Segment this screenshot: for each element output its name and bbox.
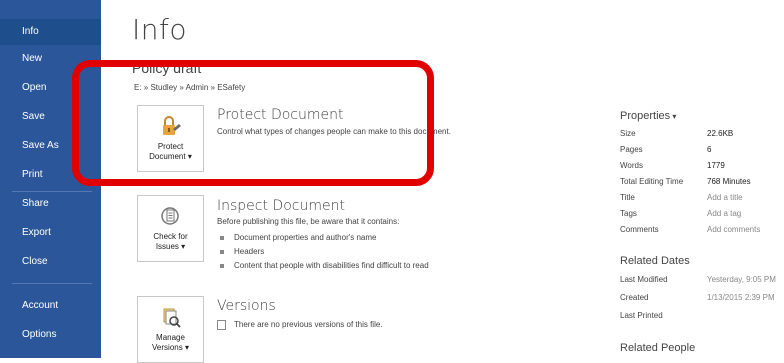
- bullet-text: Headers: [234, 247, 265, 256]
- path-segment[interactable]: Admin: [186, 83, 209, 92]
- bullet-icon: [220, 235, 224, 240]
- related-people-header: Related People: [620, 342, 696, 354]
- properties-header[interactable]: Properties ▾: [620, 110, 676, 122]
- nav-options[interactable]: Options: [0, 322, 101, 348]
- nav-open[interactable]: Open: [0, 75, 101, 101]
- prop-label-comments: Comments: [620, 225, 659, 234]
- nav-save-as[interactable]: Save As: [0, 133, 101, 159]
- dropdown-caret-icon: ▾: [178, 242, 186, 251]
- page-title: Info: [132, 13, 187, 46]
- nav-account[interactable]: Account: [0, 293, 101, 319]
- protect-button-label: Protect Document ▾: [138, 142, 203, 162]
- prop-label-size: Size: [620, 129, 636, 138]
- protect-title: Protect Document: [217, 107, 344, 123]
- prop-value-size: 22.6KB: [707, 129, 734, 138]
- check-for-issues-button[interactable]: Check for Issues ▾: [137, 195, 204, 262]
- path-separator: »: [208, 83, 218, 92]
- versions-label-line2-text: Versions: [152, 343, 183, 352]
- nav-separator: [12, 283, 92, 284]
- inspect-title: Inspect Document: [217, 198, 345, 214]
- versions-description-row: There are no previous versions of this f…: [217, 320, 383, 330]
- highlight-annotation: [72, 60, 434, 186]
- prop-value-pages: 6: [707, 145, 712, 154]
- list-item: Content that people with disabilities fi…: [220, 261, 429, 270]
- versions-label-line2: Versions ▾: [138, 343, 203, 353]
- bullet-text: Content that people with disabilities fi…: [234, 261, 429, 270]
- dropdown-caret-icon: ▾: [670, 112, 677, 121]
- list-item: Document properties and author's name: [220, 233, 377, 242]
- prop-value-tags[interactable]: Add a tag: [707, 209, 741, 218]
- inspect-description: Before publishing this file, be aware th…: [217, 217, 400, 226]
- prop-label-title: Title: [620, 193, 635, 202]
- versions-title: Versions: [217, 298, 276, 314]
- bullet-icon: [220, 263, 224, 268]
- prop-value-last-modified: Yesterday, 9:05 PM: [707, 275, 776, 284]
- protect-label-line2: Document ▾: [138, 152, 203, 162]
- path-segment[interactable]: E:: [134, 83, 142, 92]
- prop-label-last-printed: Last Printed: [620, 311, 663, 320]
- prop-label-last-modified: Last Modified: [620, 275, 668, 284]
- protect-document-button[interactable]: Protect Document ▾: [137, 105, 204, 172]
- related-dates-header: Related Dates: [620, 255, 690, 267]
- document-name: Policy draft: [132, 60, 202, 76]
- bullet-text: Document properties and author's name: [234, 233, 377, 242]
- check-label-line2-text: Issues: [155, 242, 179, 251]
- list-item: Headers: [220, 247, 264, 256]
- nav-close[interactable]: Close: [0, 249, 101, 275]
- properties-header-text: Properties: [620, 110, 671, 122]
- prop-value-title[interactable]: Add a title: [707, 193, 743, 202]
- prop-label-pages: Pages: [620, 145, 643, 154]
- nav-print[interactable]: Print: [0, 162, 101, 188]
- check-label-line2: Issues ▾: [138, 242, 203, 252]
- nav-export[interactable]: Export: [0, 220, 101, 246]
- nav-info[interactable]: Info: [0, 19, 101, 45]
- path-segment[interactable]: ESafety: [217, 83, 245, 92]
- breadcrumb: E: » Studley » Admin » ESafety: [134, 83, 245, 92]
- path-segment[interactable]: Studley: [150, 83, 177, 92]
- nav-save[interactable]: Save: [0, 104, 101, 130]
- protect-label-line1: Protect: [157, 142, 184, 151]
- prop-label-words: Words: [620, 161, 643, 170]
- lock-document-icon: [159, 115, 183, 137]
- manage-versions-button[interactable]: Manage Versions ▾: [137, 296, 204, 363]
- nav-share[interactable]: Share: [0, 191, 101, 217]
- versions-label-line1: Manage: [156, 333, 185, 342]
- versions-description: There are no previous versions of this f…: [234, 320, 383, 330]
- manage-versions-button-label: Manage Versions ▾: [138, 333, 203, 353]
- protect-description: Control what types of changes people can…: [217, 127, 451, 136]
- backstage-sidebar: Info New Open Save Save As Print Share E…: [0, 0, 101, 358]
- protect-label-line2-text: Document: [149, 152, 186, 161]
- nav-new[interactable]: New: [0, 46, 101, 72]
- dropdown-caret-icon: ▾: [182, 343, 189, 352]
- prop-value-comments[interactable]: Add comments: [707, 225, 760, 234]
- bullet-icon: [220, 249, 224, 254]
- document-icon: [217, 320, 226, 330]
- prop-label-tags: Tags: [620, 209, 637, 218]
- inspect-document-icon: [159, 205, 183, 227]
- path-separator: »: [177, 83, 186, 92]
- prop-label-created: Created: [620, 293, 649, 302]
- check-issues-button-label: Check for Issues ▾: [138, 232, 203, 252]
- prop-value-words: 1779: [707, 161, 725, 170]
- dropdown-caret-icon: ▾: [185, 152, 192, 161]
- versions-icon: [159, 306, 183, 328]
- prop-value-editing-time: 768 Minutes: [707, 177, 751, 186]
- prop-label-editing-time: Total Editing Time: [620, 177, 684, 186]
- check-label-line1: Check for: [153, 232, 188, 241]
- prop-value-created: 1/13/2015 2:39 PM: [707, 293, 775, 302]
